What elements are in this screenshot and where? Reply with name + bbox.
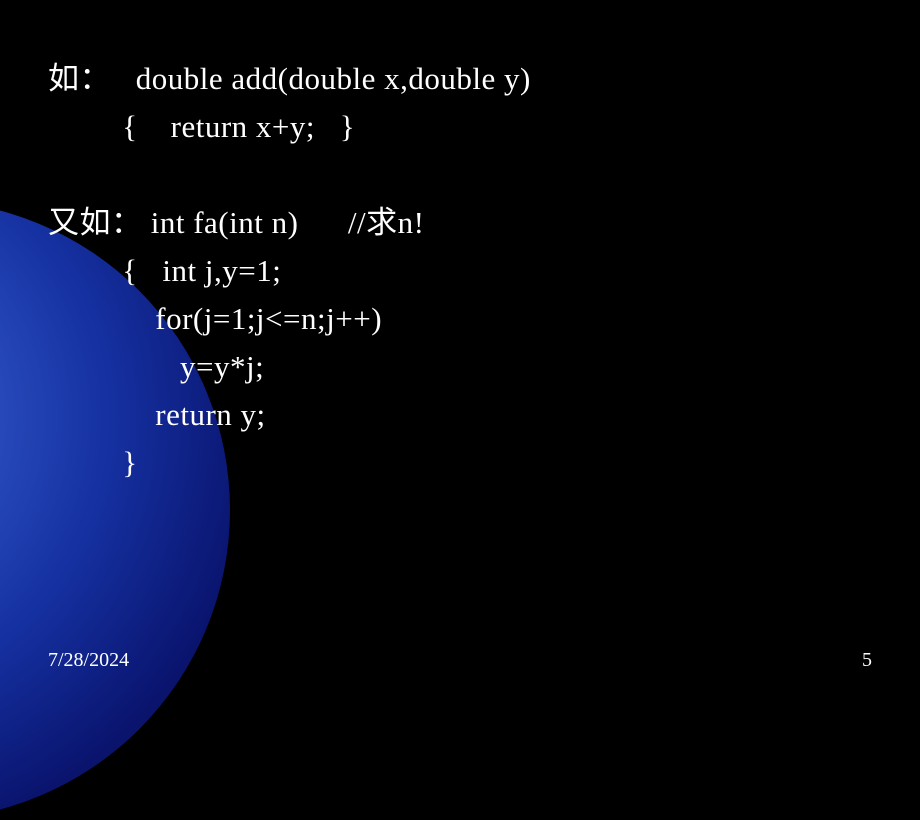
example2-line5: return y;: [122, 397, 265, 432]
example1-label: 如：: [48, 61, 111, 96]
example2-line4: y=y*j;: [122, 349, 264, 384]
example2-line3: for(j=1;j<=n;j++): [122, 301, 382, 336]
example2-line6: }: [122, 445, 137, 480]
footer-date: 7/28/2024: [48, 649, 129, 672]
example1-line2: { return x+y; }: [122, 109, 355, 144]
footer-page-number: 5: [862, 649, 872, 672]
example1-line1: double add(double x,double y): [136, 61, 531, 96]
example2-line2: { int j,y=1;: [122, 253, 281, 288]
example2-line1: int fa(int n) //求n!: [151, 205, 425, 240]
example2-label: 又如：: [48, 205, 143, 240]
slide-content: 如： double add(double x,double y) { retur…: [48, 55, 531, 487]
